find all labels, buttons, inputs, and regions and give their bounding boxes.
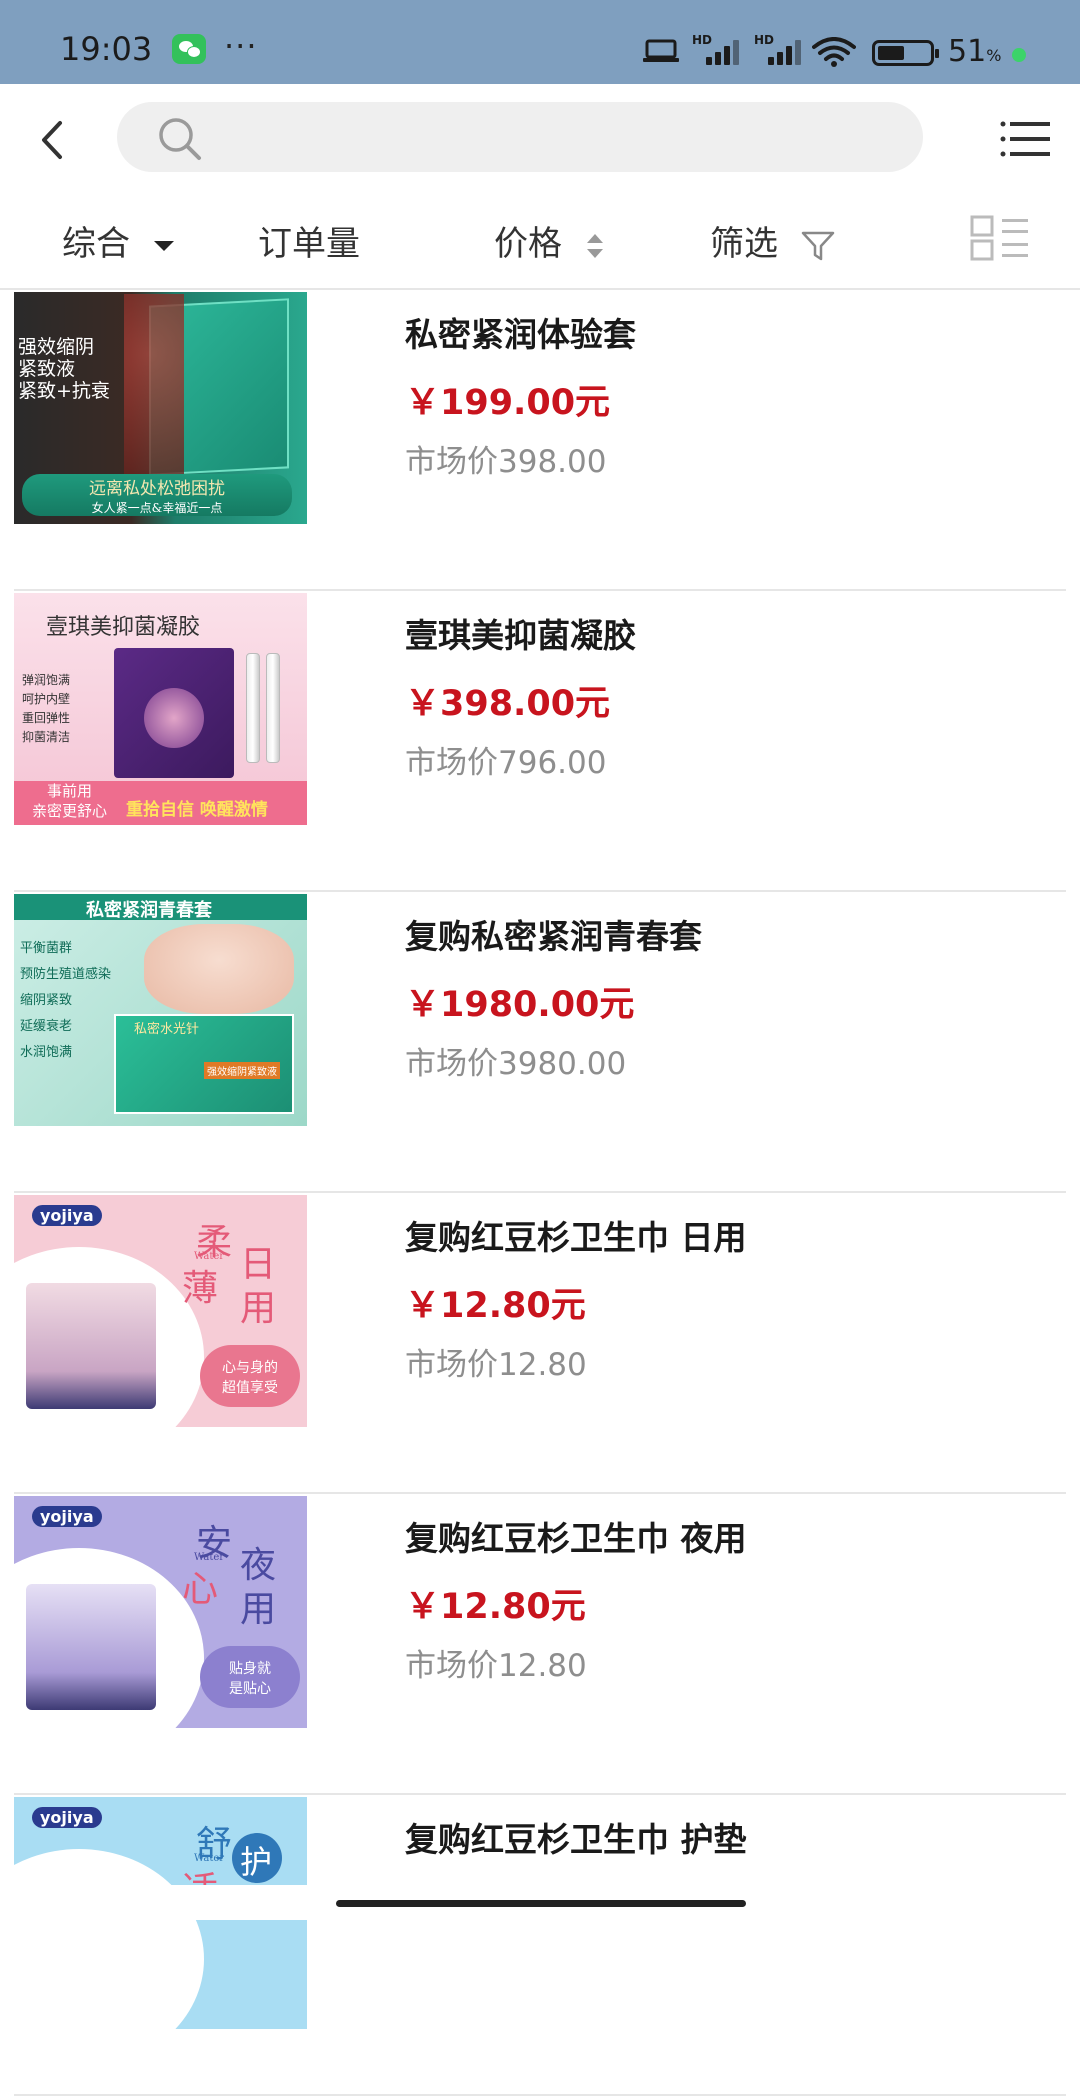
filter-label: 订单量: [258, 224, 360, 264]
product-title[interactable]: 复购红豆杉卫生巾 日用: [405, 1211, 747, 1259]
caret-down-icon: [153, 240, 174, 251]
model-image: [144, 924, 294, 1014]
product-price: ￥398.00元: [405, 684, 611, 724]
product-list: 强效缩阴 紧致液 紧致+抗衰 远离私处松弛困扰 女人紧一点&幸福近一点 私密紧润…: [14, 292, 1066, 2098]
hd-signal-icon: HD: [692, 33, 746, 65]
product-title[interactable]: 私密紧润体验套: [405, 308, 636, 356]
product-image[interactable]: 强效缩阴 紧致液 紧致+抗衰 远离私处松弛困扰 女人紧一点&幸福近一点: [14, 292, 307, 524]
product-pack-image: [26, 1584, 156, 1710]
laptop-icon: [643, 39, 679, 62]
product-card[interactable]: 强效缩阴 紧致液 紧致+抗衰 远离私处松弛困扰 女人紧一点&幸福近一点 私密紧润…: [14, 292, 1066, 591]
battery-icon: [872, 40, 939, 66]
product-image[interactable]: yojiya 安 心 夜 用 Water 贴身就 是贴心: [14, 1496, 307, 1728]
brand-logo: yojiya: [32, 1506, 102, 1527]
back-icon[interactable]: [34, 120, 74, 160]
product-market-price: 市场价398.00: [405, 444, 607, 480]
filter-label: 综合: [62, 224, 130, 264]
brand-logo: yojiya: [32, 1205, 102, 1226]
menu-icon[interactable]: [1000, 120, 1050, 158]
brand-logo: yojiya: [32, 1807, 102, 1828]
filter-screen[interactable]: 筛选: [710, 216, 835, 265]
product-price: ￥12.80元: [405, 1286, 586, 1326]
home-indicator[interactable]: [336, 1900, 746, 1907]
filter-price[interactable]: 价格: [494, 216, 605, 265]
filter-label: 价格: [494, 224, 562, 264]
product-market-price: 市场价796.00: [405, 745, 607, 781]
product-image[interactable]: 私密紧润青春套 私密水光针 强效缩阴紧致液 平衡菌群 预防生殖道感染 缩阴紧致 …: [14, 894, 307, 1126]
product-title[interactable]: 复购私密紧润青春套: [405, 910, 702, 958]
charging-dot-icon: [1012, 48, 1026, 62]
status-time: 19:03: [60, 30, 153, 68]
product-pack-image: [26, 1283, 156, 1409]
sort-icon: [586, 233, 603, 258]
list-layout-icon[interactable]: [970, 215, 1028, 261]
product-box-image: [114, 648, 234, 778]
filter-bar: 综合 订单量 价格 筛选: [0, 190, 1080, 290]
filter-label: 筛选: [710, 224, 778, 264]
product-card[interactable]: yojiya 柔 薄 日 用 Water 心与身的 超值享受 复购红豆杉卫生巾 …: [14, 1195, 1066, 1494]
hd-signal-icon: HD: [754, 33, 808, 65]
product-image-banner: 远离私处松弛困扰 女人紧一点&幸福近一点: [22, 474, 292, 516]
product-card[interactable]: yojiya 舒 适 护 Water 复购红豆杉卫生巾 护垫: [14, 1797, 1066, 2096]
search-input[interactable]: [217, 112, 897, 162]
product-card[interactable]: 壹琪美抑菌凝胶 弹润饱满 呵护内壁 重回弹性 抑菌清洁 事前用 亲密更舒心 重拾…: [14, 593, 1066, 892]
filter-icon: [801, 231, 835, 260]
search-box[interactable]: [117, 102, 923, 172]
product-price: ￥1980.00元: [405, 985, 635, 1025]
filter-order-count[interactable]: 订单量: [258, 216, 360, 265]
product-market-price: 市场价12.80: [405, 1648, 587, 1684]
product-card[interactable]: yojiya 安 心 夜 用 Water 贴身就 是贴心 复购红豆杉卫生巾 夜用…: [14, 1496, 1066, 1795]
search-icon: [159, 118, 201, 160]
wechat-icon: [172, 34, 206, 64]
product-market-price: 市场价12.80: [405, 1347, 587, 1383]
battery-percent: 51%: [948, 34, 1002, 69]
product-title[interactable]: 复购红豆杉卫生巾 护垫: [405, 1813, 747, 1861]
model-image: [124, 294, 184, 494]
filter-comprehensive[interactable]: 综合: [62, 216, 175, 265]
product-title[interactable]: 复购红豆杉卫生巾 夜用: [405, 1512, 747, 1560]
status-bar: 19:03 ··· HD HD 51%: [0, 0, 1080, 84]
product-card[interactable]: 私密紧润青春套 私密水光针 强效缩阴紧致液 平衡菌群 预防生殖道感染 缩阴紧致 …: [14, 894, 1066, 1193]
wifi-icon: [812, 37, 856, 67]
product-image[interactable]: yojiya 柔 薄 日 用 Water 心与身的 超值享受: [14, 1195, 307, 1427]
product-title[interactable]: 壹琪美抑菌凝胶: [405, 609, 636, 657]
product-market-price: 市场价3980.00: [405, 1046, 627, 1082]
more-notifications-icon: ···: [224, 27, 258, 65]
product-price: ￥199.00元: [405, 383, 611, 423]
product-price: ￥12.80元: [405, 1587, 586, 1627]
product-image[interactable]: 壹琪美抑菌凝胶 弹润饱满 呵护内壁 重回弹性 抑菌清洁 事前用 亲密更舒心 重拾…: [14, 593, 307, 825]
search-header: [0, 84, 1080, 190]
